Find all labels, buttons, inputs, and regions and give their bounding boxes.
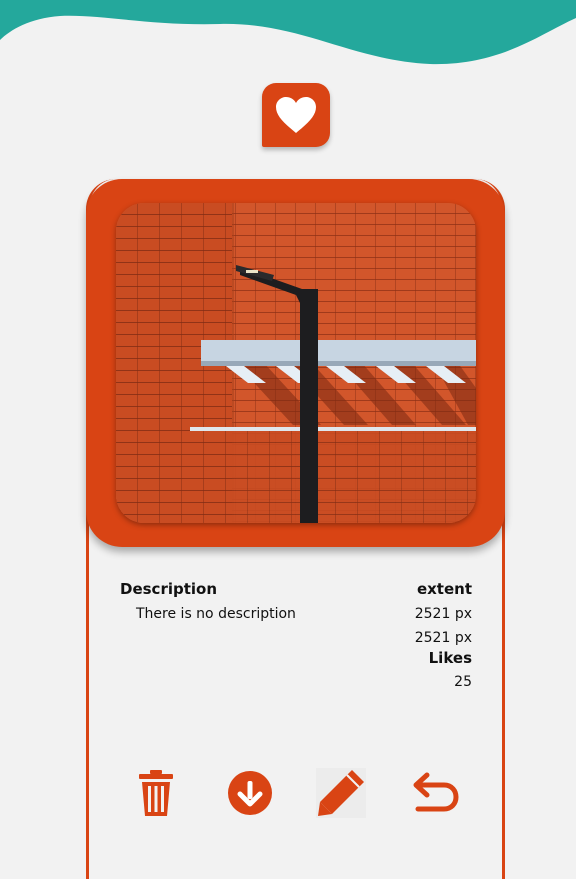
trash-icon <box>139 770 173 816</box>
description-text: There is no description <box>136 606 296 622</box>
header-wave <box>0 0 576 65</box>
heart-icon <box>276 97 316 133</box>
description-heading: Description <box>120 580 218 598</box>
photo <box>116 203 476 523</box>
delete-button[interactable] <box>131 766 181 820</box>
undo-icon <box>413 772 459 812</box>
back-button[interactable] <box>410 766 460 820</box>
download-icon <box>228 771 272 815</box>
download-button[interactable] <box>225 766 275 820</box>
app-logo <box>262 83 330 147</box>
height-value: 2521 px <box>414 630 472 646</box>
pencil-icon <box>316 768 366 818</box>
edit-button[interactable] <box>316 766 366 820</box>
likes-heading: Likes <box>428 649 472 667</box>
extent-heading: extent <box>416 580 472 598</box>
photo-image <box>116 203 476 523</box>
width-value: 2521 px <box>414 606 472 622</box>
likes-count: 25 <box>454 674 472 690</box>
